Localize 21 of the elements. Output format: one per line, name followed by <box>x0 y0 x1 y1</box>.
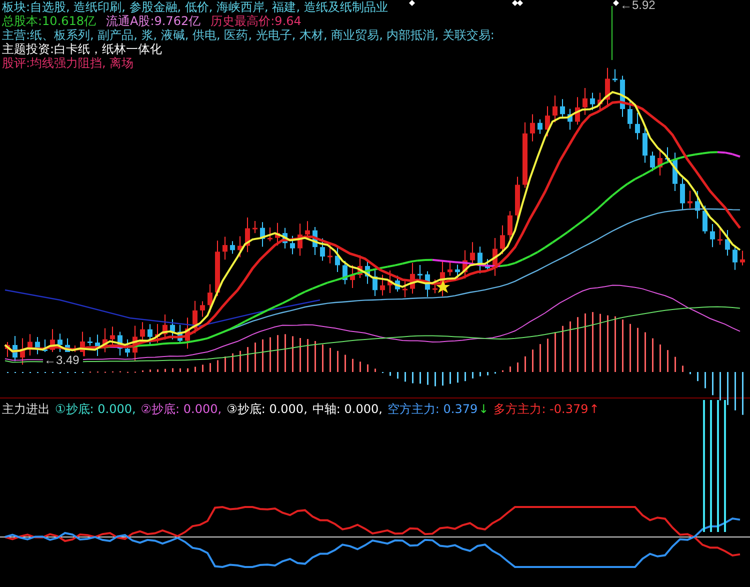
star-icon <box>436 280 450 293</box>
indicator-title: 主力进出 <box>2 402 50 416</box>
indicator-value: ③抄底: 0.000, <box>226 402 308 416</box>
indicator-value: ①抄底: 0.000, <box>55 402 136 416</box>
info-text: 板块:自选股, 造纸印刷, 参股金融, 低价, 海峡西岸, 福建, 造纸及纸制品业 <box>2 0 388 14</box>
diamond-marker-icon <box>409 0 415 6</box>
diamond-marker-icon <box>613 0 619 6</box>
indicator-value: ②抄底: 0.000, <box>140 402 222 416</box>
low-price-label: ←3.49 <box>44 353 80 367</box>
info-text: 主营:纸、板系列, 副产品, 浆, 液碱, 供电, 医药, 光电子, 木材, 商业贸易, 内部抵消, 关联交易: <box>2 28 494 42</box>
indicator-value: 空方主力: 0.379 <box>387 402 478 416</box>
high-price-label: ←5.92 <box>620 0 656 12</box>
info-text: 总股本:10.618亿 <box>2 14 96 28</box>
info-text: 股评:均线强力阻挡, 离场 <box>2 56 134 70</box>
trend-arrow: ↑ <box>589 402 600 416</box>
indicator-value: 中轴: 0.000, <box>312 402 382 416</box>
info-text: 主题投资:白卡纸，纸林一体化 <box>2 42 162 56</box>
info-text: 流通A股:9.762亿 <box>106 14 201 28</box>
trend-arrow: ↓ <box>478 402 489 416</box>
info-text: 历史最高价:9.64 <box>210 14 302 28</box>
indicator-value: 多方主力: -0.379 <box>494 402 588 416</box>
